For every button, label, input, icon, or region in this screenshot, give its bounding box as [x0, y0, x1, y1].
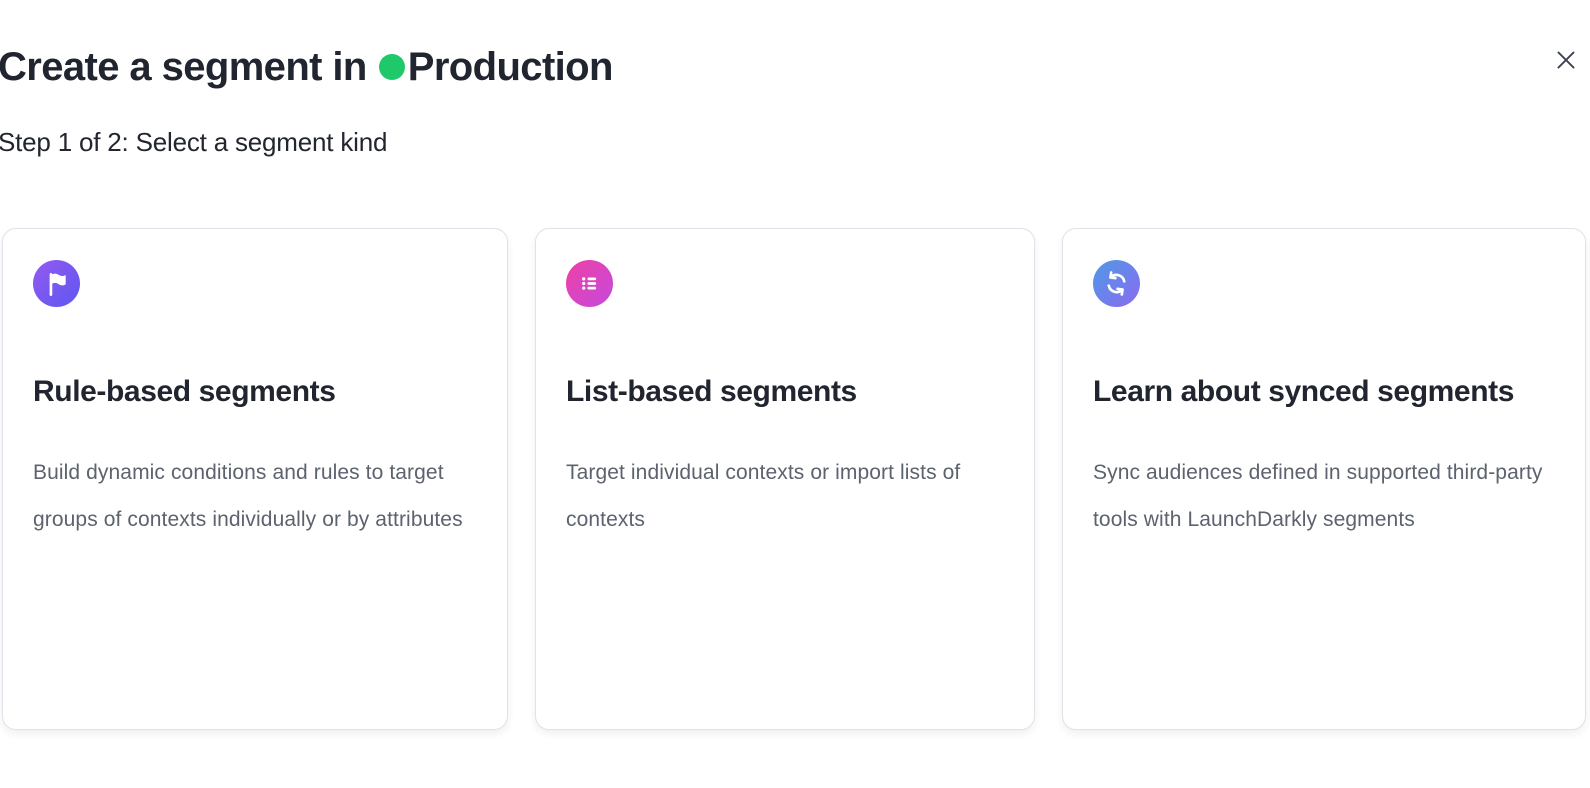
segment-kind-card-synced[interactable]: Learn about synced segments Sync audienc… [1062, 228, 1586, 730]
card-description: Target individual contexts or import lis… [566, 449, 1004, 543]
close-button[interactable] [1552, 46, 1580, 74]
card-title: Rule-based segments [33, 364, 477, 419]
card-title: Learn about synced segments [1093, 364, 1555, 419]
flag-icon [33, 260, 80, 307]
environment-status-dot [379, 54, 405, 80]
list-icon [566, 260, 613, 307]
modal-title: Create a segment in Production [0, 44, 613, 90]
sync-icon [1093, 260, 1140, 307]
segment-kind-card-list-based[interactable]: List-based segments Target individual co… [535, 228, 1035, 730]
card-description: Sync audiences defined in supported thir… [1093, 449, 1555, 543]
environment-name: Production [408, 44, 613, 90]
close-icon [1553, 47, 1579, 73]
segment-kind-card-rule-based[interactable]: Rule-based segments Build dynamic condit… [2, 228, 508, 730]
step-indicator: Step 1 of 2: Select a segment kind [0, 126, 1590, 158]
segment-kind-options: Rule-based segments Build dynamic condit… [2, 228, 1586, 730]
create-segment-modal: Create a segment in Production Step 1 of… [0, 0, 1590, 788]
modal-header: Create a segment in Production Step 1 of… [0, 0, 1590, 158]
modal-title-text: Create a segment in [0, 44, 367, 90]
card-description: Build dynamic conditions and rules to ta… [33, 449, 477, 543]
card-title: List-based segments [566, 364, 1004, 419]
